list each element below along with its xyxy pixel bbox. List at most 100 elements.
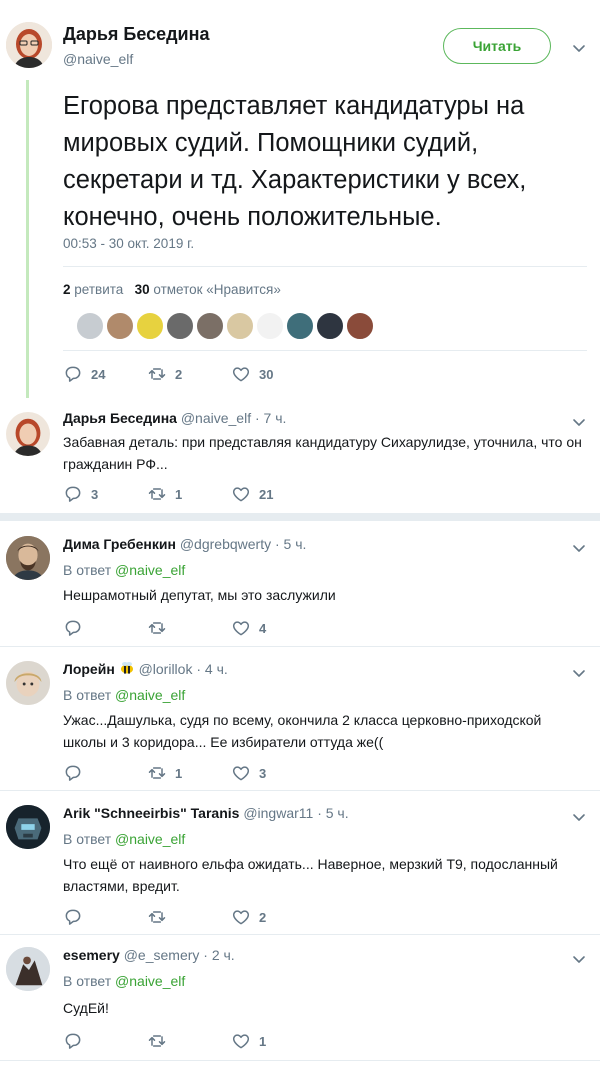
reply-actions: 3 1 21 [63, 484, 315, 504]
retweets-count[interactable]: 2 [63, 282, 71, 297]
like-icon [231, 618, 251, 638]
liker-avatar[interactable] [346, 312, 374, 340]
reply-author-name[interactable]: Arik "Schneeirbis" Taranis [63, 805, 239, 821]
reply-actions: 4 [63, 618, 315, 638]
like-button[interactable]: 3 [231, 763, 315, 783]
reply-button[interactable] [63, 1031, 147, 1051]
liker-avatar[interactable] [76, 312, 104, 340]
retweet-icon [147, 763, 167, 783]
reply-author-handle[interactable]: @e_semery · 2 ч. [124, 947, 235, 963]
in-reply-link[interactable]: @naive_elf [115, 831, 185, 847]
like-count: 21 [259, 486, 274, 502]
reply-author-name[interactable]: Лорейн [63, 661, 115, 677]
reply-actions: 2 [63, 907, 315, 927]
reply-author-name[interactable]: Дима Гребенкин [63, 536, 176, 552]
reply-icon [63, 907, 83, 927]
avatar-image [6, 947, 50, 991]
reply-author-name[interactable]: Дарья Беседина [63, 410, 177, 426]
retweets-label[interactable]: ретвита [74, 282, 123, 297]
avatar[interactable] [6, 22, 52, 68]
liker-avatar[interactable] [316, 312, 344, 340]
in-reply-link[interactable]: @naive_elf [115, 687, 185, 703]
retweet-count: 1 [175, 486, 183, 502]
like-button[interactable]: 30 [231, 364, 315, 384]
retweet-icon [147, 364, 167, 384]
reply-header: Лорейн @lorillok · 4 ч. [63, 661, 228, 677]
reply-button[interactable]: 3 [63, 484, 147, 504]
reply-button[interactable] [63, 763, 147, 783]
likes-label[interactable]: отметок «Нравится» [153, 282, 281, 297]
liker-avatar[interactable] [106, 312, 134, 340]
in-reply-to: В ответ @naive_elf [63, 562, 185, 578]
retweet-icon [147, 907, 167, 927]
chevron-down-icon[interactable] [571, 809, 587, 825]
likes-count[interactable]: 30 [135, 282, 150, 297]
reply-tweet[interactable]: esemery @e_semery · 2 ч. В ответ @naive_… [0, 935, 600, 1061]
reply-header: Дарья Беседина @naive_elf · 7 ч. [63, 410, 286, 426]
reply-tweet[interactable]: Лорейн @lorillok · 4 ч. В ответ @naive_e… [0, 647, 600, 787]
reply-icon [63, 618, 83, 638]
retweet-icon [147, 618, 167, 638]
retweet-button[interactable]: 1 [147, 763, 231, 783]
retweet-button[interactable]: 2 [147, 364, 231, 384]
tweet-text: Егорова представляет кандидатуры на миро… [63, 92, 527, 231]
reply-actions: 1 [63, 1031, 315, 1051]
avatar-image [6, 22, 52, 68]
author-name[interactable]: Дарья Беседина [63, 24, 210, 45]
reply-icon [63, 763, 83, 783]
liker-avatar[interactable] [226, 312, 254, 340]
reply-button[interactable]: 24 [63, 364, 147, 384]
liker-avatar[interactable] [136, 312, 164, 340]
chevron-down-icon[interactable] [571, 540, 587, 556]
avatar[interactable] [6, 947, 50, 991]
reply-tweet[interactable]: Дарья Беседина @naive_elf · 7 ч. Забавна… [0, 400, 600, 512]
retweet-button[interactable] [147, 1031, 231, 1051]
in-reply-prefix: В ответ [63, 831, 112, 847]
in-reply-link[interactable]: @naive_elf [115, 562, 185, 578]
tweet-timestamp[interactable]: 00:53 - 30 окт. 2019 г. [63, 236, 194, 251]
bee-emoji-icon [120, 662, 133, 674]
reply-icon [63, 484, 83, 504]
in-reply-to: В ответ @naive_elf [63, 687, 185, 703]
reply-header: Дима Гребенкин @dgrebqwerty · 5 ч. [63, 536, 306, 552]
avatar[interactable] [6, 805, 50, 849]
like-button[interactable]: 4 [231, 618, 315, 638]
retweet-button[interactable] [147, 907, 231, 927]
liker-avatar[interactable] [286, 312, 314, 340]
like-button[interactable]: 21 [231, 484, 315, 504]
thread-separator [0, 513, 600, 521]
chevron-down-icon[interactable] [571, 40, 587, 56]
author-handle[interactable]: @naive_elf [63, 51, 133, 67]
avatar-image [13, 418, 43, 456]
liker-avatar[interactable] [256, 312, 284, 340]
retweet-button[interactable]: 1 [147, 484, 231, 504]
reply-author-handle[interactable]: @lorillok · 4 ч. [139, 661, 228, 677]
chevron-down-icon[interactable] [571, 951, 587, 967]
reply-author-handle[interactable]: @dgrebqwerty · 5 ч. [180, 536, 307, 552]
like-button[interactable]: 2 [231, 907, 315, 927]
reply-button[interactable] [63, 618, 147, 638]
reply-count: 24 [91, 366, 106, 382]
avatar[interactable] [6, 412, 50, 456]
avatar[interactable] [6, 536, 50, 580]
liker-avatar[interactable] [196, 312, 224, 340]
avatar[interactable] [6, 661, 50, 705]
like-icon [231, 907, 251, 927]
reply-author-handle[interactable]: @naive_elf · 7 ч. [181, 410, 287, 426]
reply-author-name[interactable]: esemery [63, 947, 120, 963]
chevron-down-icon[interactable] [571, 414, 587, 430]
retweet-button[interactable] [147, 618, 231, 638]
in-reply-link[interactable]: @naive_elf [115, 973, 185, 989]
reply-author-handle[interactable]: @ingwar11 · 5 ч. [243, 805, 348, 821]
reply-text: Что ещё от наивного ельфа ожидать... Нав… [63, 856, 558, 894]
chevron-down-icon[interactable] [571, 665, 587, 681]
follow-button[interactable]: Читать [443, 28, 551, 64]
reply-tweet[interactable]: Arik "Schneeirbis" Taranis @ingwar11 · 5… [0, 791, 600, 931]
retweet-count: 1 [175, 765, 183, 781]
tweet-actions: 24 2 30 [63, 364, 315, 384]
like-count: 2 [259, 909, 267, 925]
reply-button[interactable] [63, 907, 147, 927]
reply-tweet[interactable]: Дима Гребенкин @dgrebqwerty · 5 ч. В отв… [0, 522, 600, 642]
liker-avatar[interactable] [166, 312, 194, 340]
like-button[interactable]: 1 [231, 1031, 315, 1051]
